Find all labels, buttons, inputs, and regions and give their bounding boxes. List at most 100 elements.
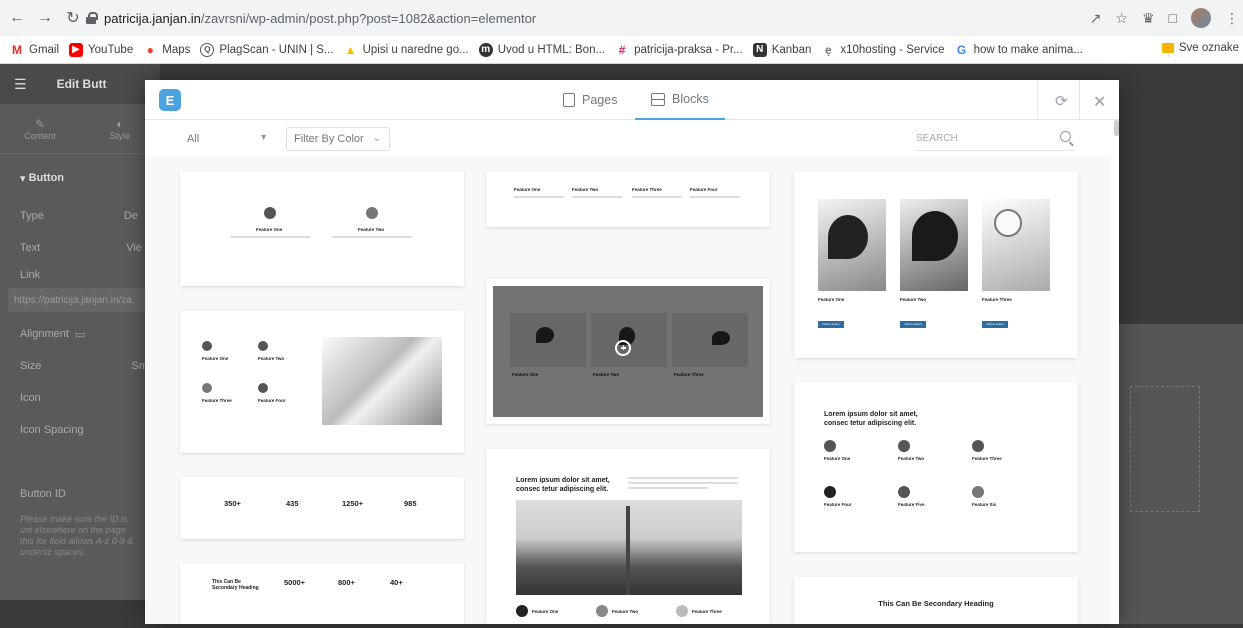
blocks-icon <box>651 93 665 106</box>
field-button-id[interactable]: Button ID <box>0 478 160 510</box>
field-alignment[interactable]: Alignment ▭ <box>0 318 160 350</box>
profile-avatar[interactable] <box>1191 8 1211 28</box>
text-line <box>628 482 738 484</box>
feature-label: Feature Four <box>258 398 286 403</box>
google-icon: G <box>954 42 969 57</box>
block-card[interactable]: Feature One Feature Two Feature Three Ca… <box>794 171 1078 358</box>
bookmark-youtube[interactable]: ▶ YouTube <box>69 42 133 57</box>
other-bookmarks[interactable]: Sve oznake <box>1161 42 1239 54</box>
bookmark-slack[interactable]: # patricija-praksa - Pr... <box>615 42 743 57</box>
section-button[interactable]: ▾ Button <box>0 162 160 194</box>
block-card[interactable]: Lorem ipsum dolor sit amet, consec tetur … <box>794 382 1078 552</box>
bookmark-x10hosting[interactable]: ẹ x10hosting - Service <box>821 42 945 57</box>
bookmark-drive[interactable]: ▲ Upisi u naredne go... <box>343 42 469 57</box>
block-card[interactable]: Feature One Feature Two Feature Three Fe… <box>180 311 464 453</box>
back-icon[interactable]: ← <box>6 7 28 29</box>
stat-value: 5000+ <box>284 578 306 587</box>
bookmark-gmail[interactable]: M Gmail <box>10 42 59 57</box>
forward-icon[interactable]: → <box>34 7 56 29</box>
gmail-icon: M <box>10 42 24 57</box>
contrast-icon: ◐ <box>116 116 124 131</box>
plant-image <box>900 199 968 291</box>
tab-blocks[interactable]: Blocks <box>635 80 725 120</box>
bookmark-plagscan[interactable]: Q PlagScan - UNIN | S... <box>200 42 334 57</box>
block-card[interactable]: Feature One Feature Two <box>180 171 464 286</box>
feature-label: Feature Two <box>572 187 599 192</box>
cta-button: Call to action <box>982 321 1008 328</box>
bookmark-moodle[interactable]: m Uvod u HTML: Bon... <box>478 42 605 57</box>
feature-icon <box>824 486 836 498</box>
panel-header: ☰ Edit Butt <box>0 64 160 104</box>
chevron-down-icon: ⌄ <box>372 133 381 144</box>
feature-label: Feature Three <box>632 187 662 192</box>
page-icon <box>563 93 575 107</box>
cta-button: Call to action <box>900 321 926 328</box>
feature-label: Feature Four <box>690 187 718 192</box>
feature-label: Feature Five <box>898 502 925 507</box>
text-line <box>572 196 622 198</box>
search-input[interactable]: SEARCH <box>915 127 1075 151</box>
menu-icon[interactable]: ⋮ <box>1225 10 1239 27</box>
bookmark-google[interactable]: Ghow to make anima... <box>954 42 1083 57</box>
block-heading: Lorem ipsum dolor sit amet, consec tetur … <box>824 411 918 427</box>
address-bar[interactable]: patricija.janjan.in/zavrsni/wp-admin/pos… <box>86 6 536 30</box>
panel-footer <box>0 600 160 628</box>
moodle-icon: m <box>478 42 493 57</box>
feature-icon <box>676 605 688 617</box>
hamburger-icon[interactable]: ☰ <box>14 76 27 93</box>
filter-bar: All ▼ Filter By Color ⌄ SEARCH <box>180 124 1080 152</box>
zoom-icon[interactable] <box>615 340 631 356</box>
feature-icon <box>596 605 608 617</box>
tab-content[interactable]: ✎ Content <box>0 104 80 153</box>
browser-toolbar: ← → ↻ patricija.janjan.in/zavrsni/wp-adm… <box>0 0 1243 36</box>
feature-icon <box>258 341 268 351</box>
kanban-icon: N <box>752 42 767 57</box>
block-card[interactable]: Lorem ipsum dolor sit amet, consec tetur … <box>486 449 770 624</box>
share-icon[interactable]: ↗ <box>1090 10 1102 27</box>
field-type[interactable]: Type De <box>0 200 160 232</box>
feature-label: Feature One <box>818 297 845 302</box>
folder-icon <box>1161 43 1174 53</box>
caret-down-icon: ▼ <box>259 132 268 142</box>
field-link: Link <box>20 269 41 281</box>
color-filter-select[interactable]: Filter By Color ⌄ <box>286 127 390 151</box>
block-card-hover[interactable]: Feature One Feature Two Feature Three <box>486 279 770 424</box>
block-card[interactable]: 350+ 435 1250+ 985 <box>180 477 464 539</box>
block-heading: Lorem ipsum dolor sit amet, consec tetur … <box>516 477 610 493</box>
plant-leaf <box>912 211 958 261</box>
plant-leaf <box>828 215 868 259</box>
feature-label: Feature One <box>514 187 541 192</box>
slack-icon: # <box>615 42 630 57</box>
cta-button: Call to action <box>818 321 844 328</box>
block-card[interactable]: Feature One Feature Two Feature Three Fe… <box>486 171 770 227</box>
feature-icon <box>972 440 984 452</box>
bookmark-kanban[interactable]: N Kanban <box>752 42 811 57</box>
feature-icon <box>366 207 378 219</box>
field-icon-spacing[interactable]: Icon Spacing <box>0 414 160 446</box>
category-select[interactable]: All ▼ <box>180 127 276 151</box>
canvas-dropzone[interactable] <box>1130 386 1200 512</box>
pencil-icon: ✎ <box>34 116 46 131</box>
field-size[interactable]: Size Sm <box>0 350 160 382</box>
template-library-modal: E Pages Blocks ⟳ ✕ All ▼ Filter By Color ⌄… <box>145 80 1119 624</box>
sync-icon[interactable]: ⟳ <box>1055 92 1068 110</box>
feature-icon <box>516 605 528 617</box>
reload-icon[interactable]: ↻ <box>62 7 84 29</box>
extensions-icon[interactable]: ♛ <box>1142 10 1155 27</box>
feature-icon <box>824 440 836 452</box>
link-input[interactable]: https://patricija.janjan.in/za <box>8 288 152 312</box>
feature-icon <box>972 486 984 498</box>
stat-value: 800+ <box>338 578 355 587</box>
header-divider <box>1037 80 1038 120</box>
close-icon[interactable]: ✕ <box>1093 92 1106 112</box>
bookmark-star-icon[interactable]: ☆ <box>1115 10 1128 27</box>
modal-scrollbar[interactable] <box>1114 120 1119 136</box>
tab-pages[interactable]: Pages <box>563 80 617 120</box>
feature-label: Feature Three <box>982 297 1012 302</box>
bookmark-maps[interactable]: ● Maps <box>143 42 190 57</box>
block-card[interactable]: This Can Be Secondary Heading 5000+ 800+… <box>180 563 464 624</box>
field-icon[interactable]: Icon <box>0 382 160 414</box>
window-icon[interactable]: □ <box>1169 10 1177 26</box>
field-text[interactable]: Text Vie <box>0 232 160 264</box>
block-card[interactable]: This Can Be Secondary Heading <box>794 577 1078 624</box>
